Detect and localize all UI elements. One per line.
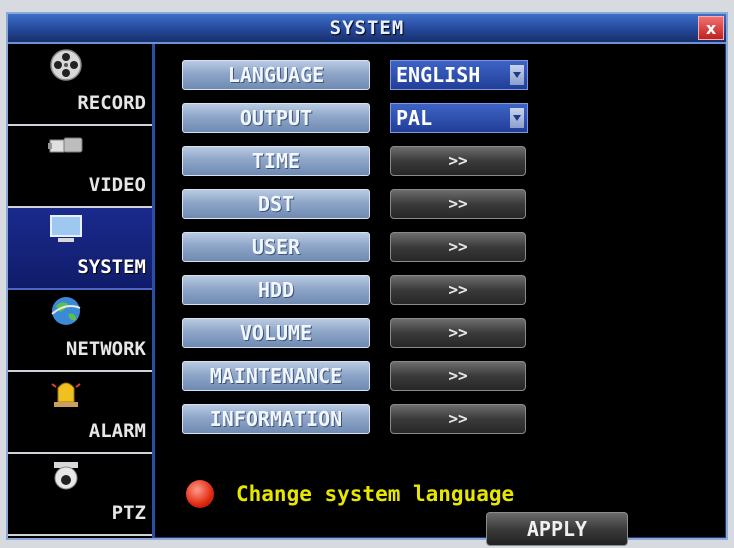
title-bar: SYSTEM x: [8, 14, 726, 44]
status-message: Change system language: [236, 482, 515, 506]
sidebar-item-network[interactable]: NETWORK: [8, 290, 152, 372]
monitor-icon: [50, 215, 82, 242]
dst-open-button[interactable]: >>: [390, 189, 526, 219]
status-indicator-icon: [186, 480, 214, 508]
output-value: PAL: [396, 106, 433, 130]
information-open-button[interactable]: >>: [390, 404, 526, 434]
sidebar-item-label: VIDEO: [88, 174, 146, 196]
language-label[interactable]: LANGUAGE: [182, 60, 370, 90]
user-label[interactable]: USER: [182, 232, 370, 262]
maintenance-label[interactable]: MAINTENANCE: [182, 361, 370, 391]
volume-label[interactable]: VOLUME: [182, 318, 370, 348]
window-title: SYSTEM: [329, 17, 405, 39]
sidebar: RECORD VIDEO SYSTEM NETWORK ALARM PTZ: [8, 44, 155, 538]
output-label[interactable]: OUTPUT: [182, 103, 370, 133]
settings-panel: LANGUAGE ENGLISH OUTPUT PAL TIME >> DST …: [158, 44, 726, 546]
camera-icon: [48, 137, 83, 153]
sidebar-item-label: PTZ: [111, 502, 146, 524]
system-window: SYSTEM x RECORD VIDEO SYSTEM NETWORK ALA…: [6, 12, 728, 546]
maintenance-open-button[interactable]: >>: [390, 361, 526, 391]
language-value: ENGLISH: [396, 63, 481, 87]
sidebar-item-label: SYSTEM: [77, 256, 146, 278]
chevron-down-icon: [510, 65, 524, 85]
sidebar-item-label: RECORD: [77, 92, 146, 114]
time-open-button[interactable]: >>: [390, 146, 526, 176]
sidebar-item-label: ALARM: [88, 420, 146, 442]
chevron-down-icon: [510, 108, 524, 128]
sidebar-item-ptz[interactable]: PTZ: [8, 454, 152, 536]
user-open-button[interactable]: >>: [390, 232, 526, 262]
time-label[interactable]: TIME: [182, 146, 370, 176]
sidebar-item-record[interactable]: RECORD: [8, 44, 152, 126]
dst-label[interactable]: DST: [182, 189, 370, 219]
sidebar-item-video[interactable]: VIDEO: [8, 126, 152, 208]
dome-camera-icon: [54, 462, 78, 490]
alarm-light-icon: [51, 382, 81, 407]
apply-button[interactable]: APPLY: [486, 512, 628, 546]
information-label[interactable]: INFORMATION: [182, 404, 370, 434]
language-select[interactable]: ENGLISH: [390, 60, 528, 90]
hdd-label[interactable]: HDD: [182, 275, 370, 305]
hdd-open-button[interactable]: >>: [390, 275, 526, 305]
sidebar-item-system[interactable]: SYSTEM: [8, 208, 152, 290]
sidebar-item-alarm[interactable]: ALARM: [8, 372, 152, 454]
sidebar-item-label: NETWORK: [65, 338, 146, 360]
volume-open-button[interactable]: >>: [390, 318, 526, 348]
close-button[interactable]: x: [698, 16, 724, 40]
globe-icon: [51, 297, 81, 325]
film-reel-icon: [50, 49, 82, 81]
output-select[interactable]: PAL: [390, 103, 528, 133]
